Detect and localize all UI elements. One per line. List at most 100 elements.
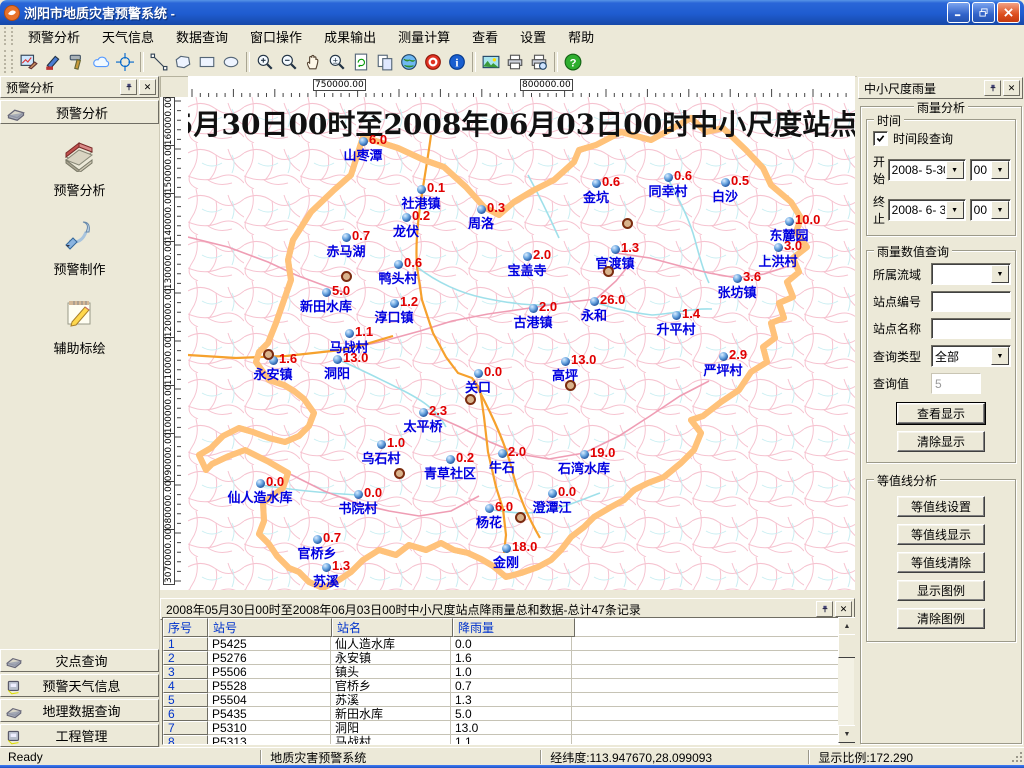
close-icon[interactable]: ✕ (835, 601, 852, 617)
hammer-button[interactable] (65, 50, 89, 74)
end-date-select[interactable]: 2008- 6- 3▼ (888, 199, 966, 221)
chevron-down-icon[interactable]: ▼ (946, 161, 964, 179)
query-value-field[interactable]: 5 (931, 373, 981, 394)
close-icon[interactable]: ✕ (1003, 80, 1020, 96)
toolbar-grip[interactable] (4, 50, 13, 73)
legend-button[interactable] (479, 50, 503, 74)
title-bar[interactable]: 浏阳市地质灾害预警系统 - (0, 0, 1024, 25)
layers-button[interactable] (373, 50, 397, 74)
table-row[interactable]: 4P5528官桥乡0.7 (163, 679, 839, 693)
close-button[interactable] (997, 2, 1020, 23)
minimize-button[interactable] (947, 2, 970, 23)
column-header-序号[interactable]: 序号 (163, 618, 208, 637)
menu-item-查看[interactable]: 查看 (461, 25, 509, 48)
button-等值线设置[interactable]: 等值线设置 (897, 496, 985, 517)
map-canvas[interactable]: 5月30日00时至2008年06月03日00时中小尺度站点降雨量 6.0山枣潭0… (188, 97, 855, 590)
query-type-select[interactable]: 全部▼ (931, 345, 1011, 367)
menu-item-窗口操作[interactable]: 窗口操作 (239, 25, 313, 48)
refresh-button[interactable] (349, 50, 373, 74)
globe-button[interactable] (397, 50, 421, 74)
group-bar-地理数据查询[interactable]: 地理数据查询 (0, 699, 159, 722)
menu-item-设置[interactable]: 设置 (509, 25, 557, 48)
rainfall-table[interactable]: 序号站号站名降雨量1P5425仙人造水库0.02P5276永安镇1.63P550… (162, 617, 840, 745)
stop-button[interactable] (421, 50, 445, 74)
hazard-point-marker[interactable] (465, 394, 476, 405)
ellipse-button[interactable] (219, 50, 243, 74)
center-button[interactable] (113, 50, 137, 74)
button-清除显示[interactable]: 清除显示 (897, 431, 985, 452)
chevron-down-icon[interactable]: ▼ (991, 161, 1009, 179)
station-name-field[interactable] (931, 318, 1011, 339)
menu-item-测量计算[interactable]: 测量计算 (387, 25, 461, 48)
zoom-extent-button[interactable]: ± (325, 50, 349, 74)
scroll-up-icon[interactable]: ▲ (838, 617, 855, 635)
pin-icon[interactable] (120, 79, 137, 95)
chevron-down-icon[interactable]: ▼ (991, 265, 1009, 283)
table-scrollbar[interactable]: ▲ ▼ (838, 617, 854, 743)
print-preview-button[interactable] (527, 50, 551, 74)
zoom-in-button[interactable] (253, 50, 277, 74)
help-button[interactable]: ? (561, 50, 585, 74)
scroll-down-icon[interactable]: ▼ (838, 725, 855, 743)
warning-edit-button[interactable] (41, 50, 65, 74)
table-row[interactable]: 7P5310洞阳13.0 (163, 721, 839, 735)
basin-select[interactable]: ▼ (931, 263, 1011, 285)
hazard-point-marker[interactable] (565, 380, 576, 391)
end-hour-select[interactable]: 00▼ (970, 199, 1011, 221)
button-清除图例[interactable]: 清除图例 (897, 608, 985, 629)
table-row[interactable]: 1P5425仙人造水库0.0 (163, 637, 839, 651)
chevron-down-icon[interactable]: ▼ (946, 201, 964, 219)
menu-item-预警分析[interactable]: 预警分析 (17, 25, 91, 48)
group-bar-预警天气信息[interactable]: 预警天气信息 (0, 674, 159, 697)
cloud-button[interactable] (89, 50, 113, 74)
column-header-降雨量[interactable]: 降雨量 (453, 618, 575, 637)
map-analysis-button[interactable] (17, 50, 41, 74)
button-查看显示[interactable]: 查看显示 (897, 403, 985, 424)
time-range-checkbox[interactable] (873, 131, 888, 146)
rectangle-button[interactable] (195, 50, 219, 74)
hazard-point-marker[interactable] (603, 266, 614, 277)
hazard-point-marker[interactable] (394, 468, 405, 479)
restore-button[interactable] (972, 2, 995, 23)
menu-item-帮助[interactable]: 帮助 (557, 25, 605, 48)
station-id-field[interactable] (931, 291, 1011, 312)
pin-icon[interactable] (816, 601, 833, 617)
start-date-select[interactable]: 2008- 5-30▼ (888, 159, 966, 181)
hazard-point-marker[interactable] (341, 271, 352, 282)
polygon-button[interactable] (171, 50, 195, 74)
menu-grip[interactable] (4, 27, 13, 45)
column-header-站号[interactable]: 站号 (208, 618, 332, 637)
left-item-预警制作[interactable]: 预警制作 (53, 217, 105, 278)
menu-item-成果输出[interactable]: 成果输出 (313, 25, 387, 48)
group-bar-工程管理[interactable]: 工程管理 (0, 724, 159, 747)
menu-item-天气信息[interactable]: 天气信息 (91, 25, 165, 48)
hazard-point-marker[interactable] (263, 349, 274, 360)
menu-item-数据查询[interactable]: 数据查询 (165, 25, 239, 48)
pin-icon[interactable] (984, 80, 1001, 96)
left-item-预警分析[interactable]: 预警分析 (53, 138, 105, 199)
table-row[interactable]: 8P5313马战村1.1 (163, 735, 839, 745)
table-row[interactable]: 3P5506镇头1.0 (163, 665, 839, 679)
group-bar-灾点查询[interactable]: 灾点查询 (0, 649, 159, 672)
scroll-thumb[interactable] (838, 634, 855, 658)
button-等值线清除[interactable]: 等值线清除 (897, 552, 985, 573)
print-button[interactable] (503, 50, 527, 74)
chevron-down-icon[interactable]: ▼ (991, 347, 1009, 365)
start-hour-select[interactable]: 00▼ (970, 159, 1011, 181)
pan-button[interactable] (301, 50, 325, 74)
zoom-out-button[interactable] (277, 50, 301, 74)
hazard-point-marker[interactable] (515, 512, 526, 523)
left-section-header[interactable]: 预警分析 (0, 100, 159, 124)
button-显示图例[interactable]: 显示图例 (897, 580, 985, 601)
button-等值线显示[interactable]: 等值线显示 (897, 524, 985, 545)
hazard-point-marker[interactable] (622, 218, 633, 229)
column-header-站名[interactable]: 站名 (332, 618, 453, 637)
table-row[interactable]: 5P5504苏溪1.3 (163, 693, 839, 707)
table-row[interactable]: 2P5276永安镇1.6 (163, 651, 839, 665)
info-button[interactable]: i (445, 50, 469, 74)
close-icon[interactable]: ✕ (139, 79, 156, 95)
left-item-辅助标绘[interactable]: 辅助标绘 (53, 296, 105, 357)
resize-grip[interactable] (1010, 750, 1024, 764)
table-row[interactable]: 6P5435新田水库5.0 (163, 707, 839, 721)
chevron-down-icon[interactable]: ▼ (991, 201, 1009, 219)
